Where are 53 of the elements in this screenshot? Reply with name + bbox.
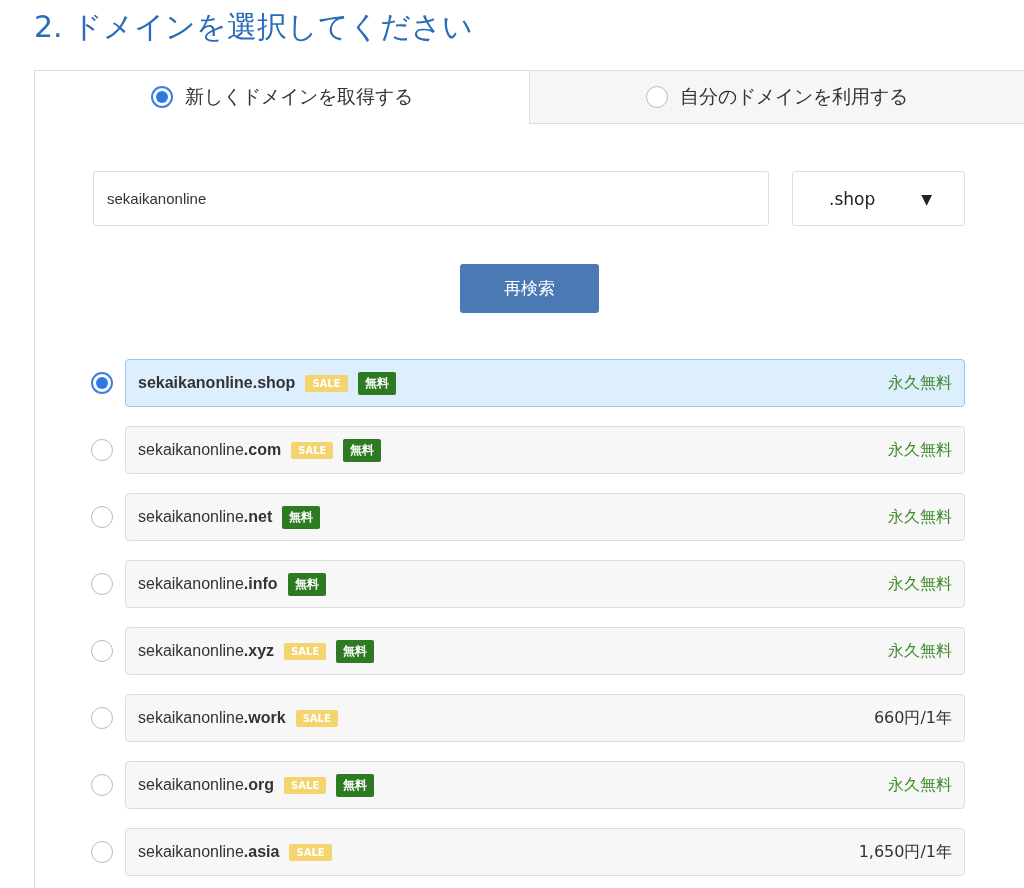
radio-button[interactable] [91, 439, 113, 461]
domain-name: sekaikanonline.info [138, 575, 278, 593]
sale-tag: SALE [305, 374, 348, 392]
tab[interactable]: 自分のドメインを利用する [529, 71, 1024, 124]
free-tag: 無料 [336, 773, 375, 797]
radio-button[interactable] [91, 841, 113, 863]
free-tag: 無料 [343, 438, 382, 462]
price-label: 永久無料 [888, 774, 952, 796]
sale-tag: SALE [284, 776, 327, 794]
tab-label: 自分のドメインを利用する [680, 84, 908, 109]
price-label: 永久無料 [888, 506, 952, 528]
free-tag: 無料 [282, 505, 321, 529]
domain-input-field[interactable]: sekaikanonline [93, 171, 769, 226]
radio-button[interactable] [91, 774, 113, 796]
domain-option[interactable]: sekaikanonline.info 無料 永久無料 [125, 560, 965, 608]
radio-button[interactable] [151, 86, 173, 108]
domain-name: sekaikanonline.asia [138, 843, 280, 861]
free-tag: 無料 [336, 639, 375, 663]
tld-dropdown[interactable]: .shop ▼ [792, 171, 965, 226]
radio-button[interactable] [91, 573, 113, 595]
radio-button[interactable] [646, 86, 668, 108]
sale-tag: SALE [295, 709, 338, 727]
sale-tag: SALE [284, 642, 327, 660]
sale-tag: SALE [289, 843, 332, 861]
domain-name: sekaikanonline.org [138, 776, 275, 794]
free-tag: 無料 [357, 371, 396, 395]
radio-button[interactable] [91, 372, 113, 394]
domain-option[interactable]: sekaikanonline.com SALE 無料 永久無料 [125, 426, 965, 474]
domain-option[interactable]: sekaikanonline.asia SALE 1,650円/1年 [125, 828, 965, 876]
domain-name: sekaikanonline.work [138, 709, 286, 727]
tab-label: 新しくドメインを取得する [185, 84, 413, 109]
price-label: 660円/1年 [873, 707, 952, 729]
sale-tag: SALE [291, 441, 334, 459]
radio-button[interactable] [91, 640, 113, 662]
domain-option[interactable]: sekaikanonline.net 無料 永久無料 [125, 493, 965, 541]
radio-button[interactable] [91, 707, 113, 729]
price-label: 永久無料 [888, 372, 952, 394]
price-label: 永久無料 [888, 439, 952, 461]
price-label: 1,650円/1年 [858, 841, 952, 863]
free-tag: 無料 [287, 572, 326, 596]
price-label: 永久無料 [888, 640, 952, 662]
section-title: 2. ドメインを選択してください [34, 8, 475, 46]
domain-option[interactable]: sekaikanonline.work SALE 660円/1年 [125, 694, 965, 742]
domain-option[interactable]: sekaikanonline.org SALE 無料 永久無料 [125, 761, 965, 809]
price-label: 永久無料 [888, 573, 952, 595]
domain-name: sekaikanonline.shop [138, 374, 296, 392]
domain-name: sekaikanonline.xyz [138, 642, 275, 660]
domain-option[interactable]: sekaikanonline.shop SALE 無料 永久無料 [125, 359, 965, 407]
domain-name: sekaikanonline.com [138, 441, 282, 459]
radio-button[interactable] [91, 506, 113, 528]
domain-name: sekaikanonline.net [138, 508, 273, 526]
domain-option[interactable]: sekaikanonline.xyz SALE 無料 永久無料 [125, 627, 965, 675]
search-again-button[interactable]: 再検索 [459, 264, 599, 313]
